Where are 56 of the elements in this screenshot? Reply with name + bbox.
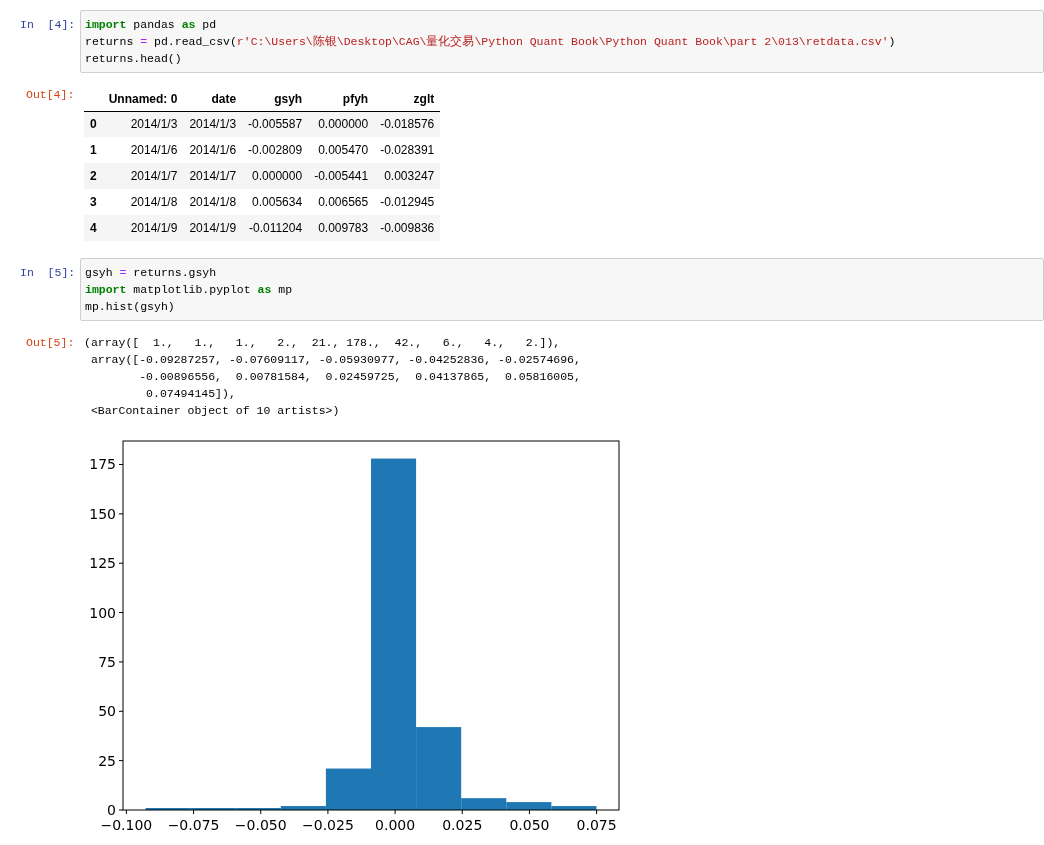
table-cell: 0.003247 xyxy=(374,163,441,189)
x-tick-label: 0.000 xyxy=(375,817,416,833)
table-cell: -0.009836 xyxy=(374,215,441,241)
row-index: 3 xyxy=(84,189,103,215)
y-tick-label: 150 xyxy=(89,505,116,522)
table-cell: 0.000000 xyxy=(308,111,375,137)
row-index: 4 xyxy=(84,215,103,241)
y-tick-label: 25 xyxy=(98,752,116,769)
table-cell: 0.005634 xyxy=(242,189,309,215)
output-prompt: Out[4]: xyxy=(25,87,76,103)
y-tick-label: 75 xyxy=(98,653,116,670)
x-tick-label: 0.050 xyxy=(509,817,550,833)
row-index: 0 xyxy=(84,111,103,137)
table-cell: 0.009783 xyxy=(308,215,375,241)
column-header: pfyh xyxy=(308,87,375,111)
table-cell: 2014/1/6 xyxy=(102,137,184,163)
input-prompt: In [5]: xyxy=(19,265,77,281)
table-cell: -0.012945 xyxy=(374,189,441,215)
table-cell: 2014/1/8 xyxy=(102,189,184,215)
table-cell: 2014/1/8 xyxy=(183,189,243,215)
table-cell: -0.005587 xyxy=(242,111,309,137)
table-cell: 2014/1/7 xyxy=(183,163,243,189)
table-cell: -0.018576 xyxy=(374,111,441,137)
x-tick-label: −0.075 xyxy=(167,817,220,833)
column-header: gsyh xyxy=(242,87,309,111)
row-index: 2 xyxy=(84,163,103,189)
table-cell: 0.006565 xyxy=(308,189,375,215)
y-tick-label: 50 xyxy=(98,703,116,720)
column-header: date xyxy=(183,87,243,111)
column-header: Unnamed: 0 xyxy=(102,87,184,111)
table-cell: -0.028391 xyxy=(374,137,441,163)
column-header: zglt xyxy=(374,87,441,111)
x-tick-label: 0.075 xyxy=(576,817,617,833)
table-cell: 0.005470 xyxy=(308,137,375,163)
row-index: 1 xyxy=(84,137,103,163)
table-cell: 2014/1/3 xyxy=(102,111,184,137)
output-text: (array([ 1., 1., 1., 2., 21., 178., 42., 6., 4., 2.]), array([-0.09287257, -0.07609117, -0.05930977, -0.04252836, -0.02574696, -0.00896556, 0.00781584, 0.02459725, 0.04137865, 0.05816005, 0.07494145]), <BarContainer object of 10 artists>) xyxy=(84,335,582,419)
output-prompt: Out[5]: xyxy=(25,335,76,351)
x-tick-label: −0.050 xyxy=(234,817,287,833)
x-tick-label: −0.025 xyxy=(302,817,354,833)
y-tick-label: 175 xyxy=(89,456,116,473)
input-prompt: In [4]: xyxy=(19,17,77,33)
table-cell: 2014/1/3 xyxy=(183,111,243,137)
table-cell: -0.002809 xyxy=(242,137,309,163)
x-tick-label: 0.025 xyxy=(442,817,483,833)
table-cell: 2014/1/9 xyxy=(102,215,184,241)
y-tick-label: 0 xyxy=(107,802,116,818)
table-cell: -0.011204 xyxy=(242,215,309,241)
y-tick-label: 125 xyxy=(89,555,116,572)
table-cell: 2014/1/7 xyxy=(102,163,184,189)
table-cell: 2014/1/9 xyxy=(183,215,243,241)
table-cell: 0.000000 xyxy=(242,163,309,189)
y-tick-label: 100 xyxy=(89,604,116,621)
x-tick-label: −0.100 xyxy=(100,817,153,833)
table-cell: 2014/1/6 xyxy=(183,137,243,163)
table-cell: -0.005441 xyxy=(308,163,375,189)
